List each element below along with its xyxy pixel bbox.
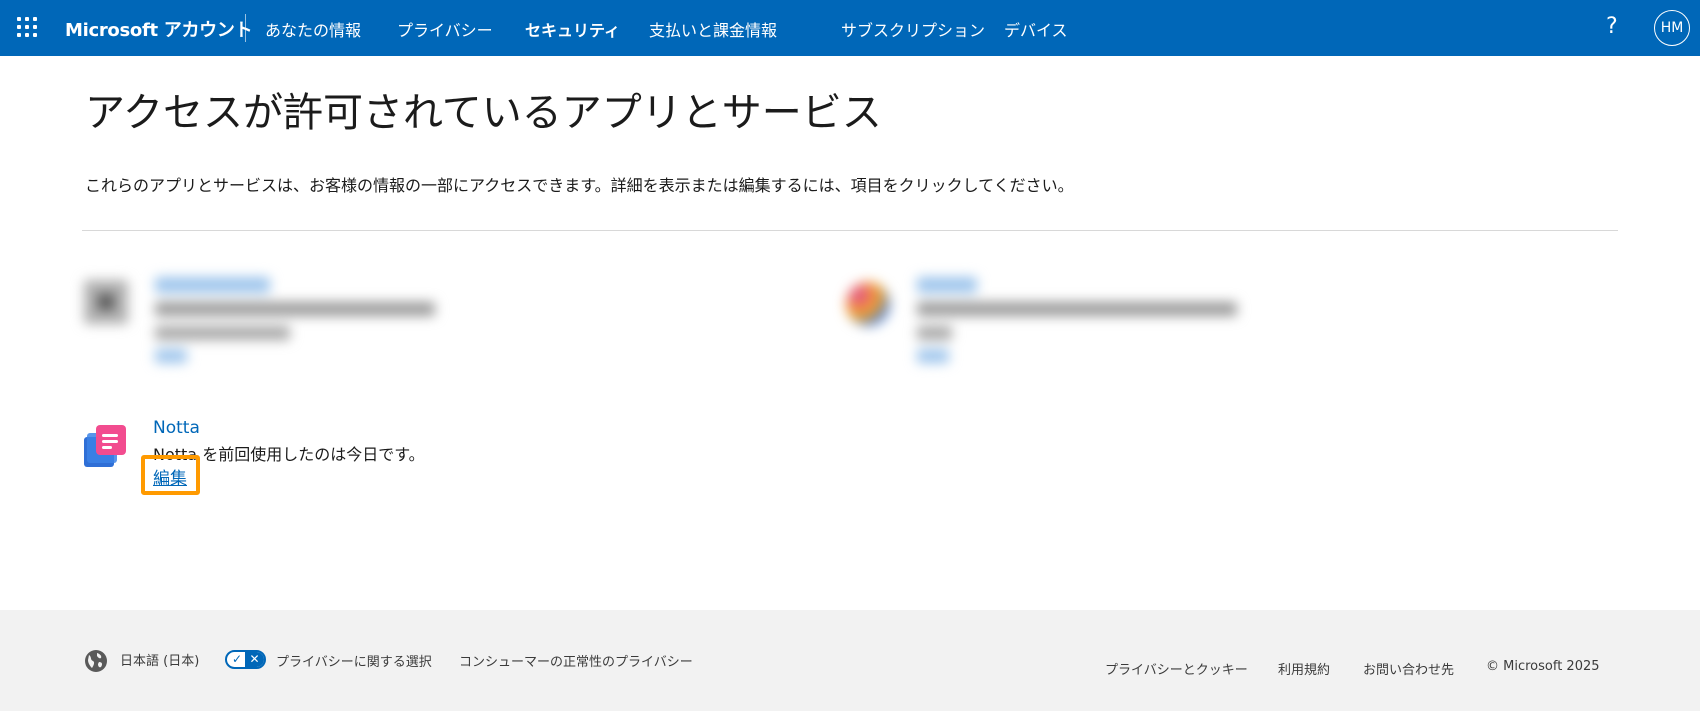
avatar[interactable]: HM	[1654, 10, 1690, 46]
redacted-app-line	[917, 326, 952, 340]
nav-your-info[interactable]: あなたの情報	[265, 17, 361, 41]
brand-divider	[245, 14, 246, 42]
top-navigation-bar: Microsoft アカウント あなたの情報 プライバシー セキュリティ 支払い…	[0, 0, 1700, 56]
redacted-app-line	[155, 302, 435, 316]
copyright: © Microsoft 2025	[1486, 659, 1600, 674]
privacy-choices-link[interactable]: プライバシーに関する選択	[276, 651, 432, 670]
nav-privacy[interactable]: プライバシー	[397, 17, 493, 41]
edit-link[interactable]: 編集	[153, 464, 187, 489]
divider	[82, 230, 1618, 231]
notta-icon	[84, 425, 126, 467]
globe-icon[interactable]	[84, 649, 108, 673]
privacy-choices-icon[interactable]: ✓ ✕	[225, 650, 266, 669]
language-selector[interactable]: 日本語 (日本)	[120, 650, 199, 669]
redacted-app-icon	[84, 280, 128, 324]
nav-subscriptions[interactable]: サブスクリプション	[841, 17, 985, 41]
nav-devices[interactable]: デバイス	[1004, 17, 1068, 41]
redacted-app-name	[917, 277, 977, 293]
help-icon[interactable]: ?	[1606, 14, 1618, 39]
app-name-link[interactable]: Notta	[153, 418, 200, 438]
consumer-health-privacy-link[interactable]: コンシューマーの正常性のプライバシー	[459, 651, 693, 670]
redacted-app-link	[917, 349, 949, 363]
contact-link[interactable]: お問い合わせ先	[1363, 659, 1454, 678]
privacy-cookies-link[interactable]: プライバシーとクッキー	[1105, 659, 1248, 678]
page-title: アクセスが許可されているアプリとサービス	[85, 90, 882, 136]
nav-payment-billing[interactable]: 支払いと課金情報	[649, 17, 777, 41]
redacted-app-link	[155, 349, 187, 363]
terms-link[interactable]: 利用規約	[1278, 659, 1330, 678]
app-launcher-icon[interactable]	[17, 17, 39, 39]
redacted-app-line	[155, 326, 290, 340]
redacted-app-line	[917, 302, 1237, 316]
redacted-app-name	[155, 277, 270, 293]
page-description: これらのアプリとサービスは、お客様の情報の一部にアクセスできます。詳細を表示また…	[85, 176, 1074, 195]
nav-security[interactable]: セキュリティ	[525, 17, 620, 41]
brand-title[interactable]: Microsoft アカウント	[65, 16, 253, 42]
redacted-app-icon	[846, 282, 890, 326]
